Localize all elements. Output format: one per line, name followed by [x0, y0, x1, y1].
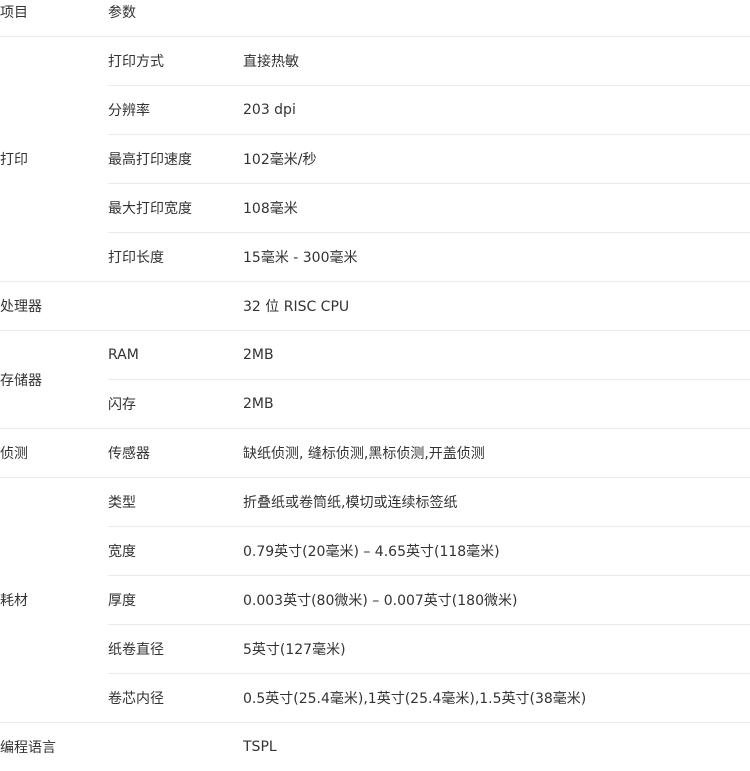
table-row: 侦测 传感器 缺纸侦测, 缝标侦测,黑标侦测,开盖侦测 [0, 429, 750, 478]
param-name: 打印长度 [108, 233, 243, 282]
param-name: 厚度 [108, 576, 243, 625]
param-value: 折叠纸或卷筒纸,模切或连续标签纸 [243, 478, 750, 527]
table-row: 存储器 RAM 2MB [0, 331, 750, 380]
param-name: 宽度 [108, 527, 243, 576]
param-name [108, 282, 243, 331]
param-name: 闪存 [108, 380, 243, 429]
param-value: 5英寸(127毫米) [243, 625, 750, 674]
table-row: 分辨率 203 dpi [0, 86, 750, 135]
table-row: 打印 打印方式 直接热敏 [0, 37, 750, 86]
param-value: TSPL [243, 723, 750, 771]
spec-table: 项目 参数 打印 打印方式 直接热敏 分辨率 203 dpi 最高打印速度 10… [0, 0, 750, 771]
group-label-media: 耗材 [0, 478, 108, 723]
param-value: 32 位 RISC CPU [243, 282, 750, 331]
param-name: 传感器 [108, 429, 243, 478]
table-row: 宽度 0.79英寸(20毫米) – 4.65英寸(118毫米) [0, 527, 750, 576]
table-row: 厚度 0.003英寸(80微米) – 0.007英寸(180微米) [0, 576, 750, 625]
group-label-detect: 侦测 [0, 429, 108, 478]
param-name [108, 723, 243, 771]
group-label-print: 打印 [0, 37, 108, 282]
param-name: 分辨率 [108, 86, 243, 135]
table-row: 打印长度 15毫米 - 300毫米 [0, 233, 750, 282]
table-row: 最高打印速度 102毫米/秒 [0, 135, 750, 184]
param-value: 缺纸侦测, 缝标侦测,黑标侦测,开盖侦测 [243, 429, 750, 478]
param-value: 0.5英寸(25.4毫米),1英寸(25.4毫米),1.5英寸(38毫米) [243, 674, 750, 723]
table-row: 编程语言 TSPL [0, 723, 750, 771]
param-value: 0.79英寸(20毫米) – 4.65英寸(118毫米) [243, 527, 750, 576]
header-empty [243, 0, 750, 37]
param-name: RAM [108, 331, 243, 380]
group-label-storage: 存储器 [0, 331, 108, 429]
table-row: 最大打印宽度 108毫米 [0, 184, 750, 233]
param-name: 最大打印宽度 [108, 184, 243, 233]
param-name: 打印方式 [108, 37, 243, 86]
param-name: 最高打印速度 [108, 135, 243, 184]
table-row: 耗材 类型 折叠纸或卷筒纸,模切或连续标签纸 [0, 478, 750, 527]
table-row: 纸卷直径 5英寸(127毫米) [0, 625, 750, 674]
param-value: 15毫米 - 300毫米 [243, 233, 750, 282]
param-value: 2MB [243, 331, 750, 380]
table-header-row: 项目 参数 [0, 0, 750, 37]
param-value: 0.003英寸(80微米) – 0.007英寸(180微米) [243, 576, 750, 625]
table-row: 卷芯内径 0.5英寸(25.4毫米),1英寸(25.4毫米),1.5英寸(38毫… [0, 674, 750, 723]
header-param: 参数 [108, 0, 243, 37]
header-item: 项目 [0, 0, 108, 37]
group-label-lang: 编程语言 [0, 723, 108, 771]
param-value: 203 dpi [243, 86, 750, 135]
param-name: 卷芯内径 [108, 674, 243, 723]
param-value: 102毫米/秒 [243, 135, 750, 184]
param-value: 直接热敏 [243, 37, 750, 86]
param-name: 类型 [108, 478, 243, 527]
table-row: 闪存 2MB [0, 380, 750, 429]
group-label-processor: 处理器 [0, 282, 108, 331]
table-row: 处理器 32 位 RISC CPU [0, 282, 750, 331]
param-name: 纸卷直径 [108, 625, 243, 674]
param-value: 108毫米 [243, 184, 750, 233]
param-value: 2MB [243, 380, 750, 429]
